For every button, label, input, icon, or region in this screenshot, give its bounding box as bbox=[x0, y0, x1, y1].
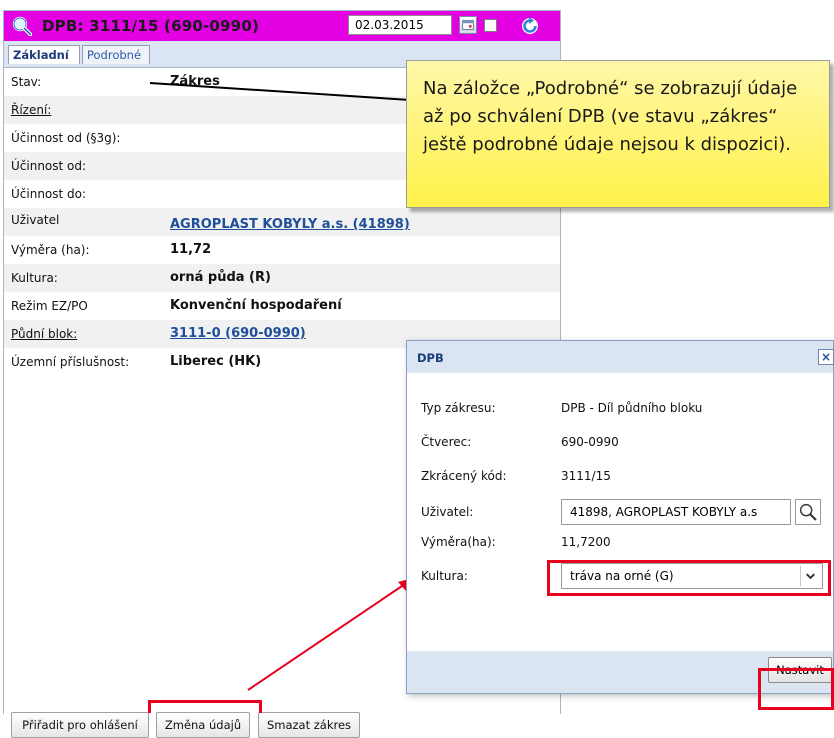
dialog-value: 690-0990 bbox=[561, 435, 619, 449]
highlight-kultura-select bbox=[547, 560, 831, 596]
dialog-label: Zkrácený kód: bbox=[421, 469, 507, 483]
dialog-label: Čtverec: bbox=[421, 435, 472, 449]
search-icon[interactable] bbox=[795, 499, 821, 525]
dialog-label: Výměra(ha): bbox=[421, 535, 496, 549]
red-arrow-line bbox=[247, 583, 406, 691]
assign-button[interactable]: Přiřadit pro ohlášení bbox=[11, 712, 149, 738]
delete-drawing-button[interactable]: Smazat zákres bbox=[258, 712, 360, 738]
callout-connector bbox=[149, 82, 411, 101]
dialog-value: 3111/15 bbox=[561, 469, 611, 483]
highlight-set-button bbox=[758, 668, 834, 710]
close-icon[interactable]: × bbox=[818, 349, 834, 365]
callout-note: Na záložce „Podrobné“ se zobrazují údaje… bbox=[406, 60, 830, 208]
dialog-value: DPB - Díl půdního bloku bbox=[561, 401, 703, 415]
dialog-label: Kultura: bbox=[421, 569, 468, 583]
dialog-label: Typ zákresu: bbox=[421, 401, 496, 415]
dialog-body: Typ zákresu: DPB - Díl půdního bloku Čtv… bbox=[407, 373, 833, 651]
change-data-button[interactable]: Změna údajů bbox=[156, 712, 250, 738]
dialog-value: 11,7200 bbox=[561, 535, 611, 549]
highlight-change-button bbox=[148, 700, 262, 713]
user-field[interactable]: 41898, AGROPLAST KOBYLY a.s bbox=[561, 499, 791, 525]
dpb-dialog: DPB × Typ zákresu: DPB - Díl půdního blo… bbox=[406, 340, 834, 694]
dialog-label: Uživatel: bbox=[421, 505, 474, 519]
dialog-title: DPB bbox=[417, 351, 444, 365]
